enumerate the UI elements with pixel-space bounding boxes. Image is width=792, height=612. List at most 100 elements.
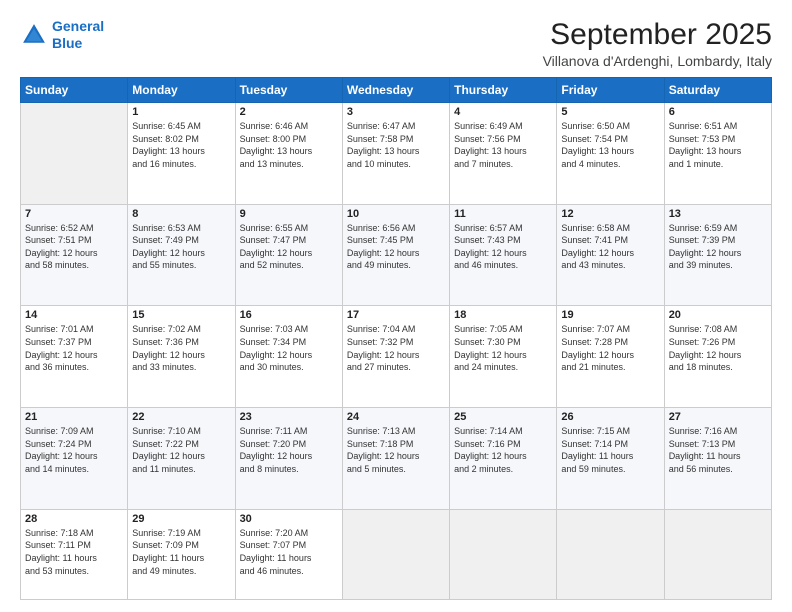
- cell-info: Sunrise: 7:13 AMSunset: 7:18 PMDaylight:…: [347, 425, 445, 475]
- day-cell: 20Sunrise: 7:08 AMSunset: 7:26 PMDayligh…: [664, 306, 771, 408]
- page: General Blue September 2025 Villanova d'…: [0, 0, 792, 612]
- calendar-header: SundayMondayTuesdayWednesdayThursdayFrid…: [21, 78, 772, 103]
- day-cell: [342, 509, 449, 599]
- header-cell-tuesday: Tuesday: [235, 78, 342, 103]
- cell-info: Sunrise: 7:03 AMSunset: 7:34 PMDaylight:…: [240, 323, 338, 373]
- day-number: 15: [132, 309, 230, 321]
- header-cell-friday: Friday: [557, 78, 664, 103]
- day-number: 13: [669, 208, 767, 220]
- header-cell-wednesday: Wednesday: [342, 78, 449, 103]
- cell-info: Sunrise: 7:02 AMSunset: 7:36 PMDaylight:…: [132, 323, 230, 373]
- day-number: 5: [561, 106, 659, 118]
- cell-info: Sunrise: 6:49 AMSunset: 7:56 PMDaylight:…: [454, 120, 552, 170]
- day-number: 1: [132, 106, 230, 118]
- day-cell: 10Sunrise: 6:56 AMSunset: 7:45 PMDayligh…: [342, 204, 449, 306]
- day-number: 7: [25, 208, 123, 220]
- cell-info: Sunrise: 7:14 AMSunset: 7:16 PMDaylight:…: [454, 425, 552, 475]
- day-cell: [21, 103, 128, 205]
- day-cell: 14 Sunrise: 7:01 AMSunset: 7:37 PMDayligh…: [21, 306, 128, 408]
- day-number: 27: [669, 411, 767, 423]
- cell-info: Sunrise: 6:58 AMSunset: 7:41 PMDaylight:…: [561, 222, 659, 272]
- day-cell: 27 Sunrise: 7:16 AMSunset: 7:13 PMDayligh…: [664, 408, 771, 510]
- cell-info: Sunrise: 6:51 AMSunset: 7:53 PMDaylight:…: [669, 120, 767, 170]
- cell-info: Sunrise: 6:57 AMSunset: 7:43 PMDaylight:…: [454, 222, 552, 272]
- day-number: 17: [347, 309, 445, 321]
- cell-info: Sunrise: 7:05 AMSunset: 7:30 PMDaylight:…: [454, 323, 552, 373]
- week-row-0: 1 Sunrise: 6:45 AMSunset: 8:02 PMDaylight…: [21, 103, 772, 205]
- day-cell: 28 Sunrise: 7:18 AMSunset: 7:11 PMDayligh…: [21, 509, 128, 599]
- cell-info: Sunrise: 7:15 AMSunset: 7:14 PMDaylight:…: [561, 425, 659, 475]
- day-number: 2: [240, 106, 338, 118]
- cell-info: Sunrise: 7:20 AMSunset: 7:07 PMDaylight:…: [240, 527, 338, 577]
- cell-info: Sunrise: 7:10 AMSunset: 7:22 PMDaylight:…: [132, 425, 230, 475]
- day-cell: 3Sunrise: 6:47 AMSunset: 7:58 PMDaylight…: [342, 103, 449, 205]
- header-row: SundayMondayTuesdayWednesdayThursdayFrid…: [21, 78, 772, 103]
- day-cell: 18 Sunrise: 7:05 AMSunset: 7:30 PMDayligh…: [450, 306, 557, 408]
- calendar-table: SundayMondayTuesdayWednesdayThursdayFrid…: [20, 77, 772, 600]
- day-cell: 24 Sunrise: 7:13 AMSunset: 7:18 PMDayligh…: [342, 408, 449, 510]
- day-cell: [450, 509, 557, 599]
- day-number: 19: [561, 309, 659, 321]
- header-cell-sunday: Sunday: [21, 78, 128, 103]
- week-row-3: 21 Sunrise: 7:09 AMSunset: 7:24 PMDayligh…: [21, 408, 772, 510]
- day-cell: 21 Sunrise: 7:09 AMSunset: 7:24 PMDayligh…: [21, 408, 128, 510]
- title-block: September 2025 Villanova d'Ardenghi, Lom…: [543, 18, 772, 69]
- day-number: 25: [454, 411, 552, 423]
- day-cell: 11 Sunrise: 6:57 AMSunset: 7:43 PMDayligh…: [450, 204, 557, 306]
- logo: General Blue: [20, 18, 104, 52]
- day-cell: 15 Sunrise: 7:02 AMSunset: 7:36 PMDayligh…: [128, 306, 235, 408]
- header: General Blue September 2025 Villanova d'…: [20, 18, 772, 69]
- day-cell: 9Sunrise: 6:55 AMSunset: 7:47 PMDaylight…: [235, 204, 342, 306]
- day-number: 4: [454, 106, 552, 118]
- day-cell: 19 Sunrise: 7:07 AMSunset: 7:28 PMDayligh…: [557, 306, 664, 408]
- day-number: 24: [347, 411, 445, 423]
- day-number: 11: [454, 208, 552, 220]
- cell-info: Sunrise: 7:18 AMSunset: 7:11 PMDaylight:…: [25, 527, 123, 577]
- logo-line1: General: [52, 18, 104, 34]
- cell-info: Sunrise: 7:07 AMSunset: 7:28 PMDaylight:…: [561, 323, 659, 373]
- logo-text: General Blue: [52, 18, 104, 52]
- day-number: 30: [240, 513, 338, 525]
- header-cell-saturday: Saturday: [664, 78, 771, 103]
- day-cell: [557, 509, 664, 599]
- day-number: 8: [132, 208, 230, 220]
- day-cell: 17 Sunrise: 7:04 AMSunset: 7:32 PMDayligh…: [342, 306, 449, 408]
- day-cell: 23Sunrise: 7:11 AMSunset: 7:20 PMDayligh…: [235, 408, 342, 510]
- cell-info: Sunrise: 6:56 AMSunset: 7:45 PMDaylight:…: [347, 222, 445, 272]
- day-number: 26: [561, 411, 659, 423]
- day-number: 14: [25, 309, 123, 321]
- day-number: 28: [25, 513, 123, 525]
- day-cell: 29 Sunrise: 7:19 AMSunset: 7:09 PMDayligh…: [128, 509, 235, 599]
- day-cell: 26 Sunrise: 7:15 AMSunset: 7:14 PMDayligh…: [557, 408, 664, 510]
- cell-info: Sunrise: 7:01 AMSunset: 7:37 PMDaylight:…: [25, 323, 123, 373]
- day-cell: [664, 509, 771, 599]
- cell-info: Sunrise: 7:19 AMSunset: 7:09 PMDaylight:…: [132, 527, 230, 577]
- day-number: 12: [561, 208, 659, 220]
- cell-info: Sunrise: 7:04 AMSunset: 7:32 PMDaylight:…: [347, 323, 445, 373]
- cell-info: Sunrise: 6:50 AMSunset: 7:54 PMDaylight:…: [561, 120, 659, 170]
- header-cell-thursday: Thursday: [450, 78, 557, 103]
- day-number: 3: [347, 106, 445, 118]
- day-number: 16: [240, 309, 338, 321]
- day-number: 6: [669, 106, 767, 118]
- cell-info: Sunrise: 7:11 AMSunset: 7:20 PMDaylight:…: [240, 425, 338, 475]
- logo-icon: [20, 21, 48, 49]
- day-number: 29: [132, 513, 230, 525]
- day-number: 18: [454, 309, 552, 321]
- day-cell: 30 Sunrise: 7:20 AMSunset: 7:07 PMDayligh…: [235, 509, 342, 599]
- cell-info: Sunrise: 6:52 AMSunset: 7:51 PMDaylight:…: [25, 222, 123, 272]
- header-cell-monday: Monday: [128, 78, 235, 103]
- day-cell: 22Sunrise: 7:10 AMSunset: 7:22 PMDayligh…: [128, 408, 235, 510]
- day-cell: 2Sunrise: 6:46 AMSunset: 8:00 PMDaylight…: [235, 103, 342, 205]
- day-cell: 16 Sunrise: 7:03 AMSunset: 7:34 PMDayligh…: [235, 306, 342, 408]
- day-number: 20: [669, 309, 767, 321]
- cell-info: Sunrise: 7:09 AMSunset: 7:24 PMDaylight:…: [25, 425, 123, 475]
- week-row-4: 28 Sunrise: 7:18 AMSunset: 7:11 PMDayligh…: [21, 509, 772, 599]
- cell-info: Sunrise: 6:59 AMSunset: 7:39 PMDaylight:…: [669, 222, 767, 272]
- day-cell: 4 Sunrise: 6:49 AMSunset: 7:56 PMDaylight…: [450, 103, 557, 205]
- cell-info: Sunrise: 7:16 AMSunset: 7:13 PMDaylight:…: [669, 425, 767, 475]
- cell-info: Sunrise: 6:45 AMSunset: 8:02 PMDaylight:…: [132, 120, 230, 170]
- day-cell: 13 Sunrise: 6:59 AMSunset: 7:39 PMDayligh…: [664, 204, 771, 306]
- day-cell: 8Sunrise: 6:53 AMSunset: 7:49 PMDaylight…: [128, 204, 235, 306]
- day-number: 21: [25, 411, 123, 423]
